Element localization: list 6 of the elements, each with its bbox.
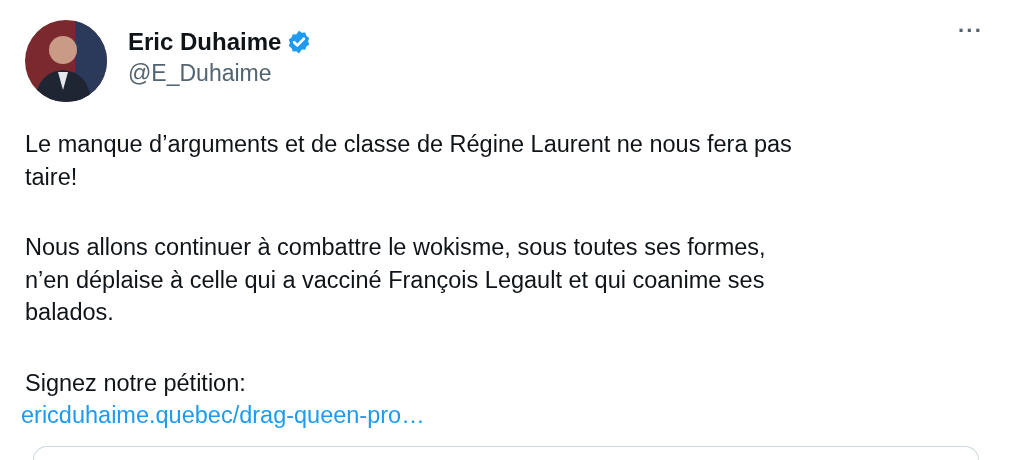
author-handle[interactable]: @E_Duhaime <box>128 60 952 87</box>
tweet-paragraph: Le manque d’arguments et de classe de Régine Laurent ne nous fera pas taire! <box>25 130 793 192</box>
tweet-paragraph: Nous allons continuer à combattre le wokisme, sous toutes ses formes, n’en déplaise à celle qui a vacciné François Legault et qui coanime ses balados. <box>25 233 767 327</box>
more-options-button[interactable]: ··· <box>952 20 989 42</box>
tweet-paragraph: Signez notre pétition: <box>25 368 247 398</box>
author-name[interactable]: Eric Duhaime <box>128 28 282 56</box>
